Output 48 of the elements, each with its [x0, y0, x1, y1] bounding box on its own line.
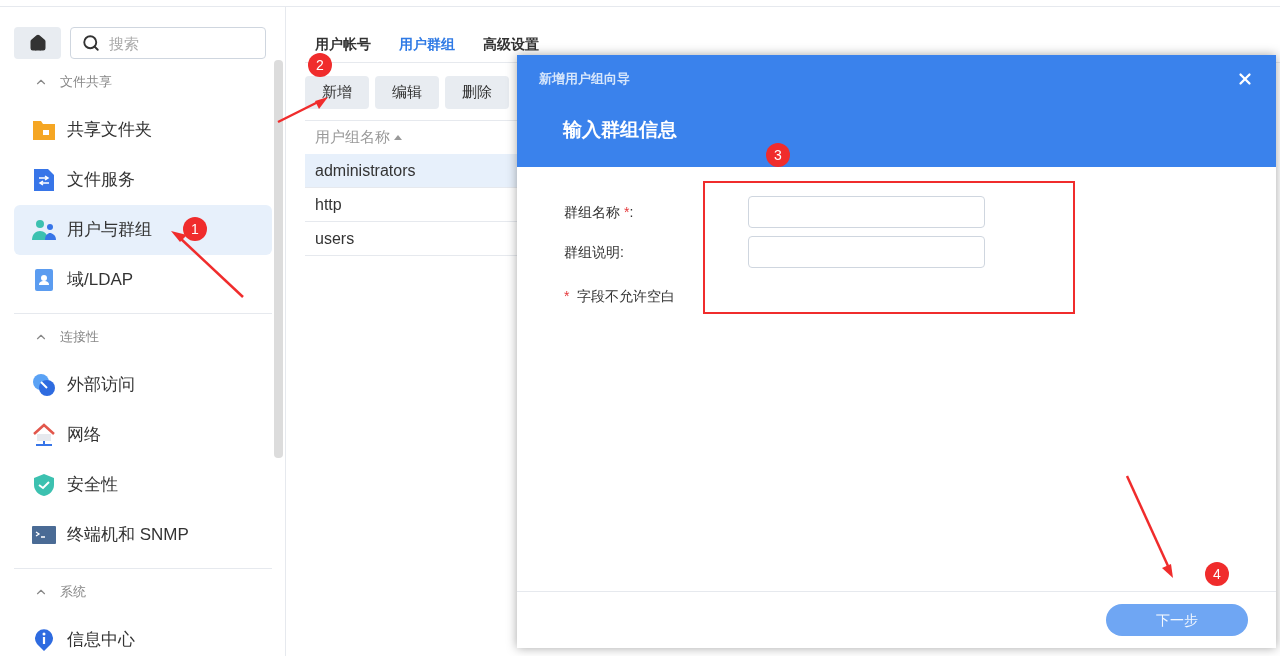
sidebar-item[interactable]: 信息中心 [14, 615, 272, 656]
contact-card-icon [34, 268, 54, 292]
tab[interactable]: 用户群组 [399, 34, 455, 55]
field-label: 群组名称 *: [564, 202, 635, 222]
sidebar-item-label: 安全性 [67, 474, 118, 497]
field-label: 群组说明: [564, 242, 625, 262]
house-network-icon [32, 423, 56, 447]
sidebar-item-label: 用户与群组 [67, 219, 152, 242]
sidebar-item-label: 域/LDAP [67, 269, 134, 292]
search-field[interactable]: 搜索 [70, 27, 266, 59]
scrollbar[interactable] [274, 60, 283, 458]
dialog-title: 新增用户组向导 [539, 70, 630, 88]
shield-check-icon [33, 473, 55, 497]
sidebar-item-label: 网络 [67, 424, 101, 447]
folder-icon [32, 119, 56, 141]
sidebar-item[interactable]: 安全性 [14, 460, 272, 510]
sidebar-item-label: 文件服务 [67, 169, 135, 192]
sidebar-item-label: 共享文件夹 [67, 119, 152, 142]
sidebar-item[interactable]: 网络 [14, 410, 272, 460]
toolbar-button[interactable]: 编辑 [375, 76, 439, 109]
section-header[interactable]: 系统 [14, 569, 272, 615]
input-field[interactable] [748, 236, 985, 268]
toolbar-button[interactable]: 新增 [305, 76, 369, 109]
tab[interactable]: 用户帐号 [315, 34, 371, 55]
sidebar-item[interactable]: 外部访问 [14, 360, 272, 410]
sidebar-item-label: 终端机和 SNMP [67, 524, 189, 547]
search-icon [82, 34, 100, 52]
globe-link-icon [32, 373, 56, 397]
sidebar-item[interactable]: 文件服务 [14, 155, 272, 205]
sidebar-item[interactable]: 终端机和 SNMP [14, 510, 272, 560]
dialog-heading: 输入群组信息 [563, 117, 678, 142]
terminal-icon [32, 525, 56, 545]
tab[interactable]: 高级设置 [483, 34, 539, 55]
sidebar-item[interactable]: 共享文件夹 [14, 105, 272, 155]
file-transfer-icon [33, 168, 55, 192]
required-note: * 字段不允许空白 [564, 287, 677, 306]
sidebar-item-label: 外部访问 [67, 374, 135, 397]
step-badge: 2 [308, 53, 332, 77]
sidebar-item-label: 信息中心 [67, 629, 135, 652]
toolbar-button[interactable]: 删除 [445, 76, 509, 109]
home-icon [28, 34, 47, 52]
input-field[interactable] [748, 196, 985, 228]
section-header[interactable]: 文件共享 [14, 59, 272, 105]
home-button[interactable] [14, 27, 61, 59]
sidebar-item[interactable]: 域/LDAP [14, 255, 272, 305]
section-header[interactable]: 连接性 [14, 314, 272, 360]
info-pin-icon [34, 628, 54, 652]
users-icon [31, 219, 57, 241]
